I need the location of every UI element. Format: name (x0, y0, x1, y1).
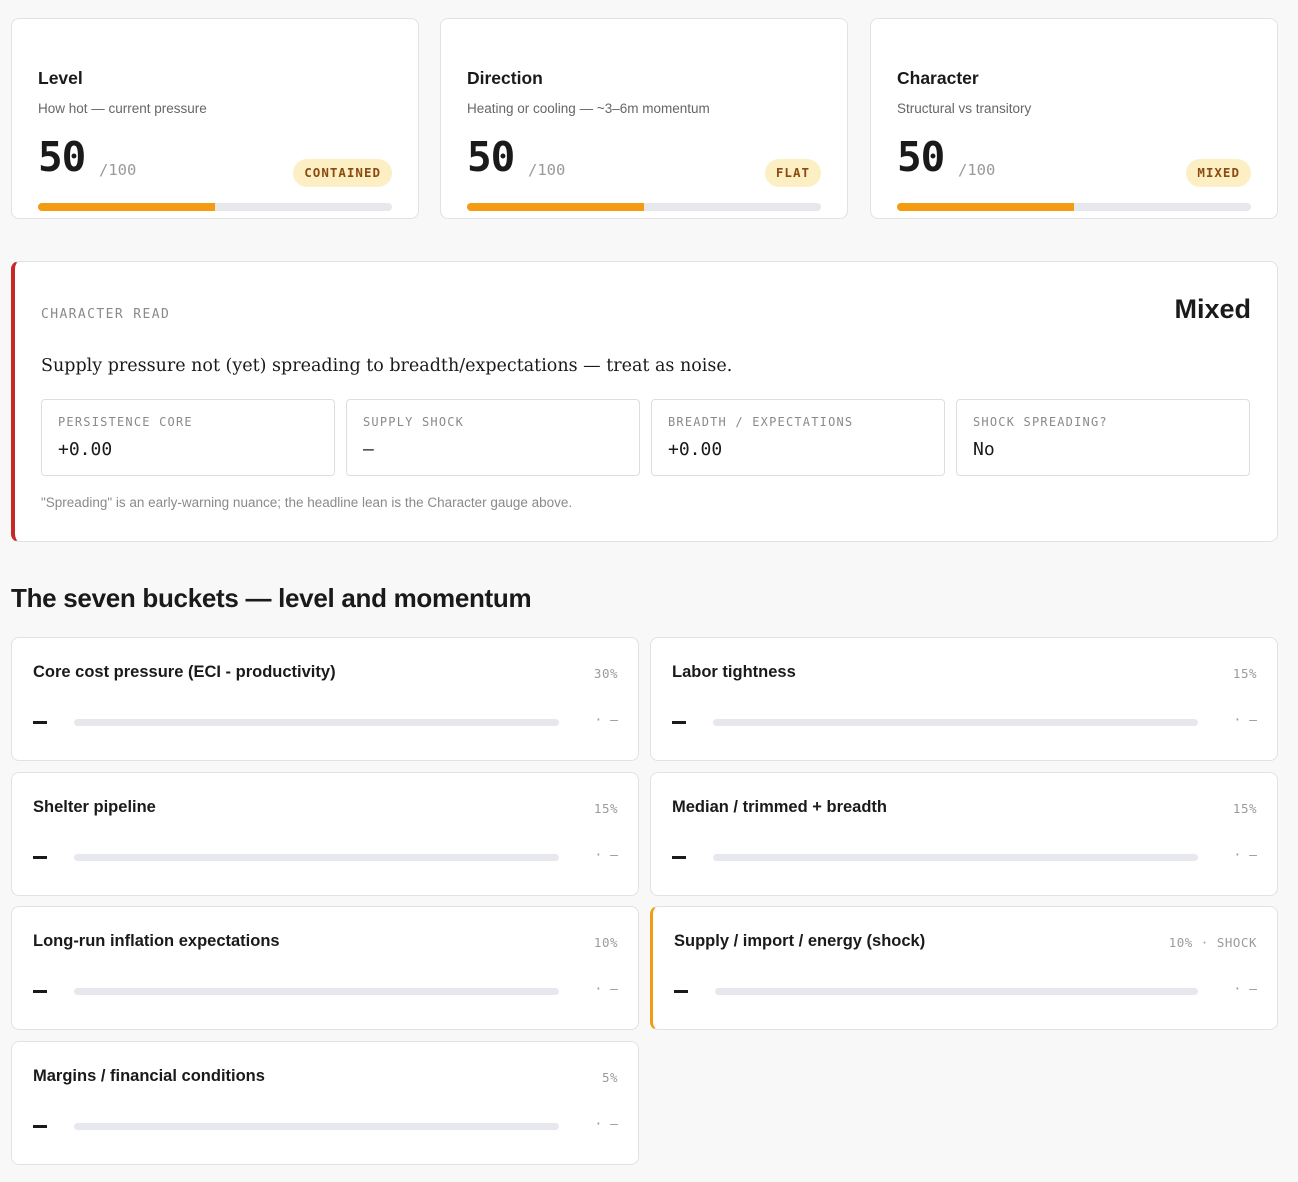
character-read-summary: Supply pressure not (yet) spreading to b… (41, 356, 733, 376)
bucket-name: Long-run inflation expectations (33, 932, 280, 950)
bucket-median-trimmed-breadth: Median / trimmed + breadth 15% · — (650, 772, 1278, 896)
bucket-track (713, 854, 1198, 861)
gauge-title: Character (897, 68, 979, 88)
gauge-track (38, 203, 392, 211)
bucket-labor-tightness: Labor tightness 15% · — (650, 637, 1278, 761)
bucket-momentum: · — (594, 713, 618, 728)
bucket-supply-import-energy: Supply / import / energy (shock) 10% · S… (650, 906, 1278, 1030)
bucket-momentum: · — (594, 848, 618, 863)
bucket-momentum: · — (1233, 713, 1257, 728)
gauge-badge: MIXED (1186, 159, 1251, 187)
bucket-track (74, 988, 559, 995)
character-read-value: Mixed (1174, 294, 1251, 324)
bucket-long-run-expectations: Long-run inflation expectations 10% · — (11, 906, 639, 1030)
bucket-track (74, 719, 559, 726)
bucket-name: Margins / financial conditions (33, 1067, 265, 1085)
stat-label: SUPPLY SHOCK (363, 415, 465, 429)
stat-breadth-expectations: BREADTH / EXPECTATIONS +0.00 (651, 399, 945, 476)
gauge-badge: CONTAINED (293, 159, 392, 187)
bucket-name: Core cost pressure (ECI - productivity) (33, 663, 336, 681)
character-read-label: CHARACTER READ (41, 307, 171, 322)
bucket-level-dash (674, 990, 688, 993)
bucket-track (715, 988, 1198, 995)
stat-label: BREADTH / EXPECTATIONS (668, 415, 854, 429)
gauge-max: /100 (528, 161, 566, 179)
gauge-track (467, 203, 821, 211)
bucket-track (74, 854, 559, 861)
bucket-level-dash (33, 721, 47, 724)
bucket-level-dash (672, 856, 686, 859)
bucket-level-dash (672, 721, 686, 724)
gauge-fill (897, 203, 1074, 211)
gauge-score: 50 (897, 133, 945, 181)
bucket-weight: 15% (1232, 801, 1257, 816)
bucket-name: Supply / import / energy (shock) (674, 932, 926, 950)
bucket-margins-financial: Margins / financial conditions 5% · — (11, 1041, 639, 1165)
bucket-momentum: · — (594, 982, 618, 997)
gauge-max: /100 (958, 161, 996, 179)
stat-value: — (363, 439, 374, 460)
character-read-note: "Spreading" is an early-warning nuance; … (41, 495, 573, 510)
gauge-badge: FLAT (764, 159, 821, 187)
stat-label: SHOCK SPREADING? (973, 415, 1108, 429)
bucket-weight: 5% (601, 1070, 618, 1085)
gauge-level: Level How hot — current pressure 50 /100… (11, 18, 419, 219)
stat-supply-shock: SUPPLY SHOCK — (346, 399, 640, 476)
gauge-subtitle: How hot — current pressure (38, 101, 207, 116)
stat-value: +0.00 (668, 439, 723, 460)
bucket-weight: 10% · SHOCK (1168, 935, 1257, 950)
bucket-level-dash (33, 856, 47, 859)
bucket-core-cost-pressure: Core cost pressure (ECI - productivity) … (11, 637, 639, 761)
bucket-shelter-pipeline: Shelter pipeline 15% · — (11, 772, 639, 896)
gauge-title: Level (38, 68, 83, 88)
section-title: The seven buckets — level and momentum (11, 583, 532, 613)
gauge-fill (38, 203, 215, 211)
bucket-weight: 15% (593, 801, 618, 816)
bucket-track (74, 1123, 559, 1130)
stat-value: +0.00 (58, 439, 113, 460)
bucket-weight: 30% (593, 666, 618, 681)
character-read-panel: CHARACTER READ Mixed Supply pressure not… (11, 261, 1278, 542)
gauge-track (897, 203, 1251, 211)
bucket-name: Labor tightness (672, 663, 796, 681)
gauge-score: 50 (467, 133, 515, 181)
bucket-momentum: · — (594, 1117, 618, 1132)
stat-label: PERSISTENCE CORE (58, 415, 193, 429)
gauge-title: Direction (467, 68, 543, 88)
gauge-direction: Direction Heating or cooling — ~3–6m mom… (440, 18, 848, 219)
gauge-max: /100 (99, 161, 137, 179)
bucket-level-dash (33, 990, 47, 993)
bucket-name: Median / trimmed + breadth (672, 798, 887, 816)
gauge-character: Character Structural vs transitory 50 /1… (870, 18, 1278, 219)
stat-persistence-core: PERSISTENCE CORE +0.00 (41, 399, 335, 476)
bucket-weight: 10% (593, 935, 618, 950)
stat-shock-spreading: SHOCK SPREADING? No (956, 399, 1250, 476)
bucket-momentum: · — (1233, 982, 1257, 997)
gauge-subtitle: Heating or cooling — ~3–6m momentum (467, 101, 710, 116)
stat-value: No (973, 439, 995, 460)
gauge-subtitle: Structural vs transitory (897, 101, 1032, 116)
bucket-level-dash (33, 1125, 47, 1128)
bucket-weight: 15% (1232, 666, 1257, 681)
gauge-fill (467, 203, 644, 211)
bucket-track (713, 719, 1198, 726)
bucket-name: Shelter pipeline (33, 798, 156, 816)
bucket-momentum: · — (1233, 848, 1257, 863)
gauge-score: 50 (38, 133, 86, 181)
